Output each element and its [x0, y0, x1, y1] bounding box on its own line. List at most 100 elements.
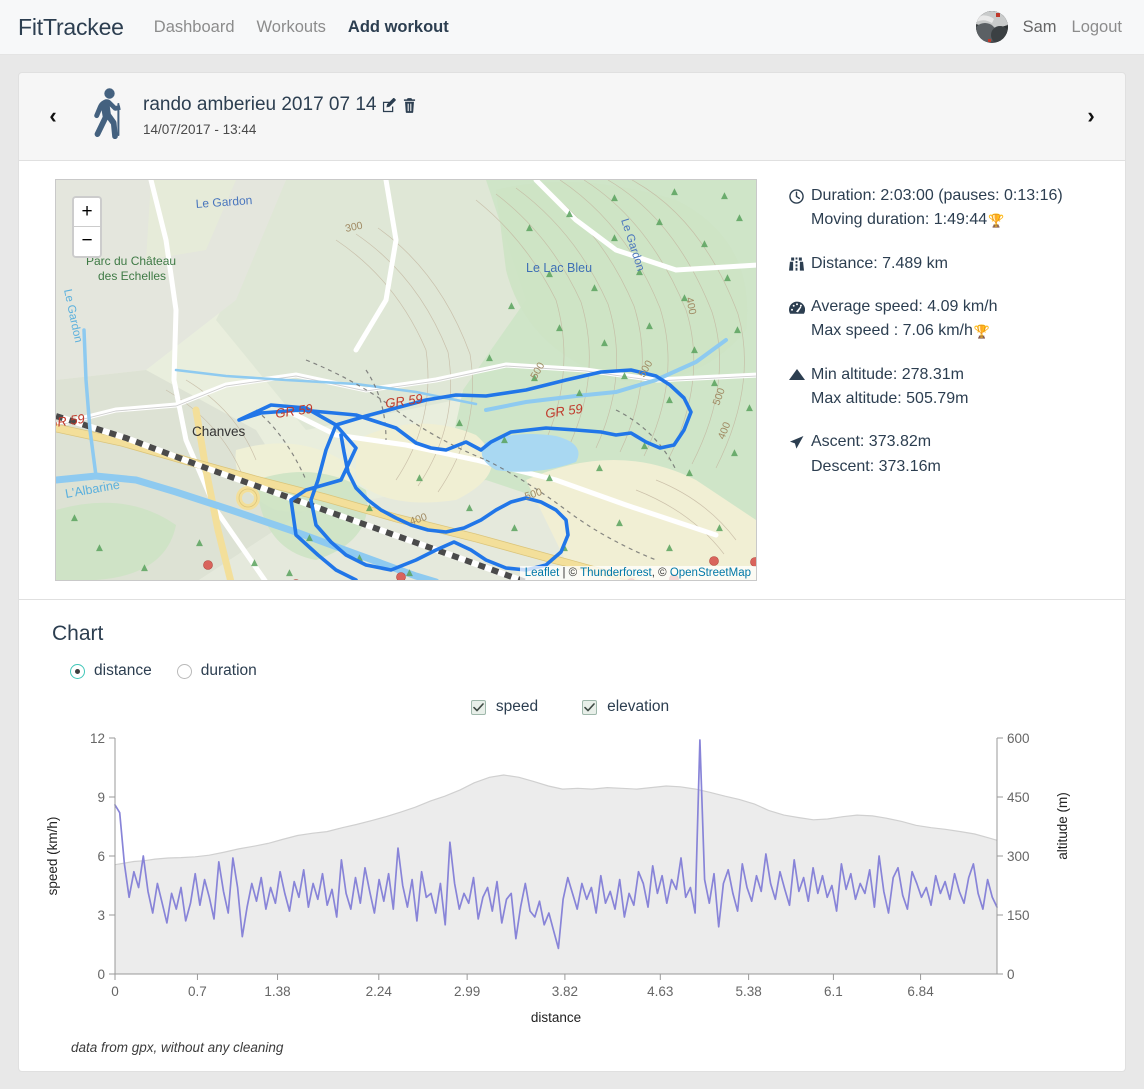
trophy-icon: 🏆: [988, 212, 1005, 228]
svg-text:distance: distance: [531, 1010, 581, 1025]
svg-text:▲: ▲: [686, 468, 693, 478]
checkbox-option-speed[interactable]: speed: [470, 698, 539, 716]
svg-text:▲: ▲: [731, 448, 738, 458]
stat-ascent-text: Ascent: 373.82m: [811, 433, 932, 451]
svg-text:0: 0: [111, 984, 119, 999]
tachometer-icon: [789, 301, 811, 314]
svg-text:▲: ▲: [724, 273, 731, 283]
brand-logo[interactable]: FitTrackee: [18, 14, 124, 41]
checkbox-speed[interactable]: [470, 699, 486, 715]
checkbox-elevation[interactable]: [582, 699, 598, 715]
stat-group-distance: Distance: 7.489 km: [789, 252, 1063, 276]
leaflet-link[interactable]: Leaflet: [525, 567, 560, 579]
svg-text:450: 450: [1007, 790, 1030, 805]
stat-ascent: Ascent: 373.82m: [789, 430, 1063, 454]
svg-text:300: 300: [1007, 849, 1030, 864]
top-navbar: FitTrackee Dashboard Workouts Add workou…: [0, 0, 1144, 55]
svg-text:0: 0: [97, 967, 105, 982]
svg-text:▲: ▲: [406, 568, 413, 578]
trash-icon[interactable]: [403, 97, 416, 113]
workout-map[interactable]: ▲ ▲ ▲ ▲ ▲ ▲ ▲ ▲ ▲ ▲ ▲ ▲ ▲ ▲ ▲ ▲ ▲ ▲ ▲ ▲ ▲ ▲ ▲ ▲ ▲ ▲ ▲ ▲ ▲ ▲ …: [55, 179, 757, 581]
stat-max-altitude: Max altitude: 505.79m: [789, 387, 1063, 411]
stat-average-speed: Average speed: 4.09 km/h: [789, 295, 1063, 319]
checkbox-speed-label: speed: [495, 698, 539, 715]
svg-text:▲: ▲: [286, 568, 293, 578]
radio-distance[interactable]: [70, 663, 85, 679]
chart-note: data from gpx, without any cleaning: [71, 1040, 284, 1055]
stat-descent-text: Descent: 373.16m: [811, 457, 941, 475]
svg-text:▲: ▲: [691, 345, 698, 355]
workout-date: 14/07/2017 - 13:44: [143, 122, 257, 137]
nav-link-dashboard[interactable]: Dashboard: [154, 18, 235, 37]
stat-moving-duration: Moving duration: 1:49:44 🏆: [789, 208, 1063, 232]
svg-text:▲: ▲: [596, 463, 603, 473]
svg-text:▲: ▲: [526, 223, 533, 233]
svg-text:▲: ▲: [621, 371, 628, 381]
avatar[interactable]: [975, 11, 1008, 43]
logout-link[interactable]: Logout: [1072, 18, 1122, 37]
svg-text:9: 9: [97, 790, 105, 805]
stat-group-altitude: Min altitude: 278.31m Max altitude: 505.…: [789, 363, 1063, 412]
radio-duration[interactable]: [176, 663, 192, 679]
zoom-out-button[interactable]: −: [74, 227, 100, 256]
map-zoom-controls[interactable]: + −: [72, 196, 102, 258]
svg-text:▲: ▲: [734, 325, 741, 335]
svg-text:Chanves: Chanves: [192, 424, 246, 439]
svg-text:▲: ▲: [141, 563, 148, 573]
svg-text:3: 3: [97, 908, 105, 923]
svg-text:▲: ▲: [251, 558, 258, 568]
chart-plot[interactable]: 0 3 6 9 12 0 150 300 450 600 0 0.7 1.38 2.24 2.99 3.82 4…: [35, 726, 1105, 1036]
stat-duration-text: Duration: 2:03:00 (pauses: 0:13:16): [811, 187, 1063, 204]
svg-text:▲: ▲: [656, 217, 663, 227]
svg-text:▲: ▲: [611, 233, 618, 243]
clock-icon: [789, 188, 811, 204]
svg-text:600: 600: [1007, 731, 1030, 746]
radio-option-distance[interactable]: distance: [70, 662, 152, 680]
svg-text:▲: ▲: [746, 403, 753, 413]
chart-heading: Chart: [52, 622, 104, 645]
next-workout-button[interactable]: ›: [1077, 104, 1105, 127]
svg-text:▲: ▲: [486, 353, 493, 363]
svg-text:0: 0: [1007, 967, 1015, 982]
edit-icon[interactable]: [382, 97, 397, 113]
zoom-in-button[interactable]: +: [74, 198, 100, 227]
svg-text:▲: ▲: [466, 503, 473, 513]
stat-min-altitude: Min altitude: 278.31m: [789, 363, 1063, 387]
map-attribution: Leaflet | © Thunderforest, © OpenStreetM…: [519, 566, 756, 580]
mountain-icon: [789, 369, 811, 381]
workout-header: ‹ rando amberieu 2017 07 14 14/07/2017 -…: [19, 73, 1125, 160]
stat-descent: Descent: 373.16m: [789, 455, 1063, 479]
svg-text:2.24: 2.24: [366, 984, 393, 999]
openstreetmap-link[interactable]: OpenStreetMap: [670, 567, 751, 579]
svg-text:6.1: 6.1: [824, 984, 843, 999]
stat-max-altitude-text: Max altitude: 505.79m: [811, 389, 969, 407]
svg-text:12: 12: [90, 731, 105, 746]
svg-text:▲: ▲: [711, 378, 718, 388]
svg-text:▲: ▲: [508, 301, 515, 311]
page-content: ‹ rando amberieu 2017 07 14 14/07/2017 -…: [0, 55, 1144, 1089]
svg-text:Le Lac Bleu: Le Lac Bleu: [526, 261, 592, 275]
stat-distance: Distance: 7.489 km: [789, 252, 1063, 276]
svg-text:▲: ▲: [591, 283, 598, 293]
svg-text:▲: ▲: [646, 321, 653, 331]
stat-duration: Duration: 2:03:00 (pauses: 0:13:16): [789, 184, 1063, 208]
location-arrow-icon: [789, 435, 811, 450]
svg-text:▲: ▲: [736, 213, 743, 223]
checkbox-elevation-label: elevation: [607, 698, 670, 715]
svg-text:▲: ▲: [601, 338, 608, 348]
stat-group-duration: Duration: 2:03:00 (pauses: 0:13:16) Movi…: [789, 184, 1063, 233]
nav-user-area: Sam Logout: [975, 11, 1122, 43]
svg-text:▲: ▲: [456, 418, 463, 428]
svg-text:▲: ▲: [666, 395, 673, 405]
previous-workout-button[interactable]: ‹: [39, 104, 67, 127]
radio-option-duration[interactable]: duration: [176, 662, 257, 680]
thunderforest-link[interactable]: Thunderforest: [580, 567, 652, 579]
radio-duration-label: duration: [200, 662, 257, 679]
svg-text:6.84: 6.84: [907, 984, 934, 999]
svg-text:▲: ▲: [671, 187, 678, 197]
nav-link-workouts[interactable]: Workouts: [257, 18, 326, 37]
workout-title-row: rando amberieu 2017 07 14: [143, 94, 416, 116]
nav-link-add-workout[interactable]: Add workout: [348, 18, 449, 37]
svg-text:0.7: 0.7: [188, 984, 207, 999]
checkbox-option-elevation[interactable]: elevation: [582, 698, 669, 716]
